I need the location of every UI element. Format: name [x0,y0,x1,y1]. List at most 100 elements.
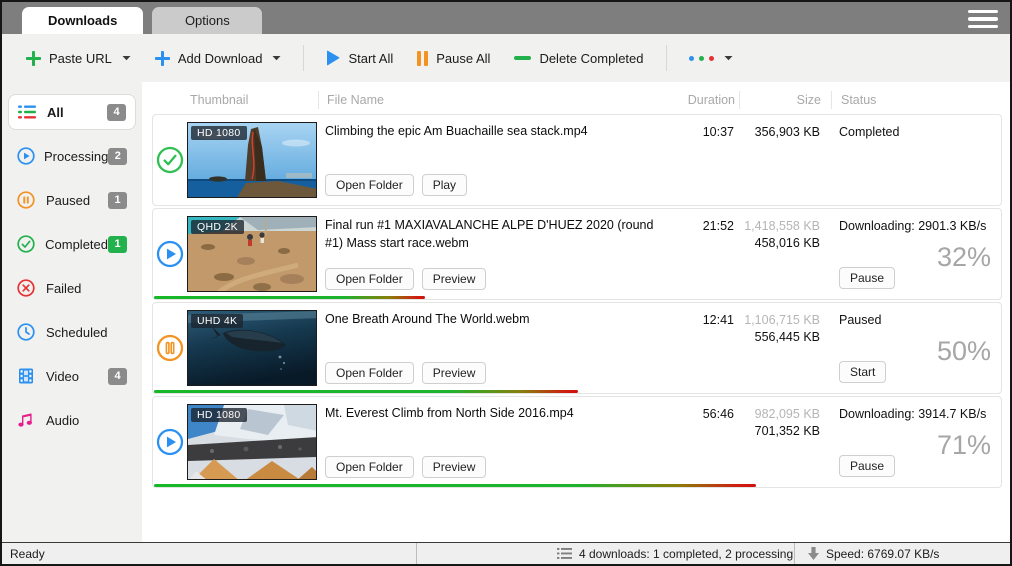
quality-badge: QHD 2K [191,220,244,234]
sidebar: All 4 Processing 2 Paused 1 [2,82,142,542]
pause-button[interactable]: Pause [839,455,895,477]
progress-bar [154,296,425,299]
chevron-down-icon [272,55,281,61]
sidebar-item-label: Audio [46,413,79,428]
progress-bar [154,390,578,393]
file-name: Mt. Everest Climb from North Side 2016.m… [325,405,671,423]
progress-percent: 32% [937,242,991,273]
more-menu-button[interactable] [679,49,743,67]
header-status: Status [831,91,1002,109]
start-button[interactable]: Start [839,361,886,383]
pause-button[interactable]: Pause [839,267,895,289]
file-name: Final run #1 MAXIAVALANCHE ALPE D'HUEZ 2… [325,217,671,252]
count-badge: 1 [108,192,127,209]
header-thumbnail: Thumbnail [186,93,318,107]
duration-value: 12:41 [679,303,734,393]
pause-all-label: Pause All [436,51,490,66]
x-circle-icon [17,279,37,297]
preview-button[interactable]: Preview [422,268,487,290]
three-dots-menu-icon [689,56,714,61]
duration-value: 21:52 [679,209,734,299]
header-size: Size [739,91,821,109]
count-badge: 1 [108,236,127,253]
count-badge: 4 [108,368,127,385]
preview-button[interactable]: Preview [422,456,487,478]
video-thumbnail: UHD 4K [187,310,317,386]
film-icon [17,367,37,385]
file-name: One Breath Around The World.webm [325,311,671,329]
minus-icon [514,56,531,60]
duration-value: 56:46 [679,397,734,487]
toolbar-separator [303,45,304,71]
plus-icon [26,51,41,66]
sidebar-item-label: Scheduled [46,325,107,340]
delete-completed-button[interactable]: Delete Completed [504,45,653,72]
sidebar-item-label: Paused [46,193,90,208]
play-circle-icon [153,397,187,487]
sidebar-item-paused[interactable]: Paused 1 [8,182,136,218]
open-folder-button[interactable]: Open Folder [325,174,414,196]
add-download-label: Add Download [178,51,263,66]
download-row[interactable]: HD 1080 Climbing the epic Am Buachaille … [152,114,1002,206]
chevron-down-icon [724,55,733,61]
open-folder-button[interactable]: Open Folder [325,456,414,478]
start-all-button[interactable]: Start All [316,44,403,72]
sidebar-item-all[interactable]: All 4 [8,94,136,130]
header-file-name: File Name [318,91,680,109]
count-badge: 4 [107,104,126,121]
sidebar-item-audio[interactable]: Audio [8,402,136,438]
check-circle-icon [17,235,36,253]
download-row[interactable]: HD 1080 Mt. Everest Climb from North Sid… [152,396,1002,488]
video-thumbnail: HD 1080 [187,122,317,198]
sidebar-item-scheduled[interactable]: Scheduled [8,314,136,350]
sidebar-item-label: Failed [46,281,81,296]
downloads-list: Thumbnail File Name Duration Size Status [142,82,1010,542]
size-downloaded: 701,352 KB [738,424,820,438]
tab-options[interactable]: Options [152,7,262,34]
open-folder-button[interactable]: Open Folder [325,268,414,290]
quality-badge: UHD 4K [191,314,243,328]
download-row[interactable]: QHD 2K Final run #1 MAXIAVALANCHE ALPE D… [152,208,1002,300]
duration-value: 10:37 [679,115,734,205]
video-thumbnail: QHD 2K [187,216,317,292]
status-text: Paused [839,313,1001,327]
plus-icon [155,51,170,66]
progress-percent: 71% [937,430,991,461]
status-text: Downloading: 2901.3 KB/s [839,219,1001,233]
open-folder-button[interactable]: Open Folder [325,362,414,384]
size-downloaded: 458,016 KB [738,236,820,250]
tab-downloads[interactable]: Downloads [22,7,143,34]
progress-bar [154,484,756,487]
sidebar-item-processing[interactable]: Processing 2 [8,138,136,174]
size-total: 982,095 KB [738,407,820,421]
table-header: Thumbnail File Name Duration Size Status [152,88,1002,112]
app-window: Downloads Options Paste URL Add Download [0,0,1012,566]
sidebar-item-label: Video [46,369,79,384]
play-circle-icon [153,209,187,299]
delete-completed-label: Delete Completed [539,51,643,66]
download-arrow-icon [807,547,820,561]
sidebar-item-label: All [47,105,64,120]
sidebar-item-label: Processing [44,149,108,164]
hamburger-menu-icon[interactable] [968,10,998,28]
chevron-down-icon [122,55,131,61]
status-ready: Ready [2,547,416,561]
paste-url-button[interactable]: Paste URL [16,45,141,72]
sidebar-item-failed[interactable]: Failed [8,270,136,306]
music-note-icon [17,411,37,429]
pause-all-button[interactable]: Pause All [407,45,500,72]
count-badge: 2 [108,148,127,165]
size-total: 1,418,558 KB [738,219,820,233]
quality-badge: HD 1080 [191,408,247,422]
add-download-button[interactable]: Add Download [145,45,292,72]
sidebar-item-video[interactable]: Video 4 [8,358,136,394]
play-button[interactable]: Play [422,174,467,196]
sidebar-item-completed[interactable]: Completed 1 [8,226,136,262]
file-name: Climbing the epic Am Buachaille sea stac… [325,123,671,141]
download-row[interactable]: UHD 4K One Breath Around The World.webm … [152,302,1002,394]
play-icon [326,50,340,66]
pause-circle-icon [153,303,187,393]
preview-button[interactable]: Preview [422,362,487,384]
header-duration: Duration [680,91,735,109]
toolbar: Paste URL Add Download Start All Pause A… [2,34,1010,82]
